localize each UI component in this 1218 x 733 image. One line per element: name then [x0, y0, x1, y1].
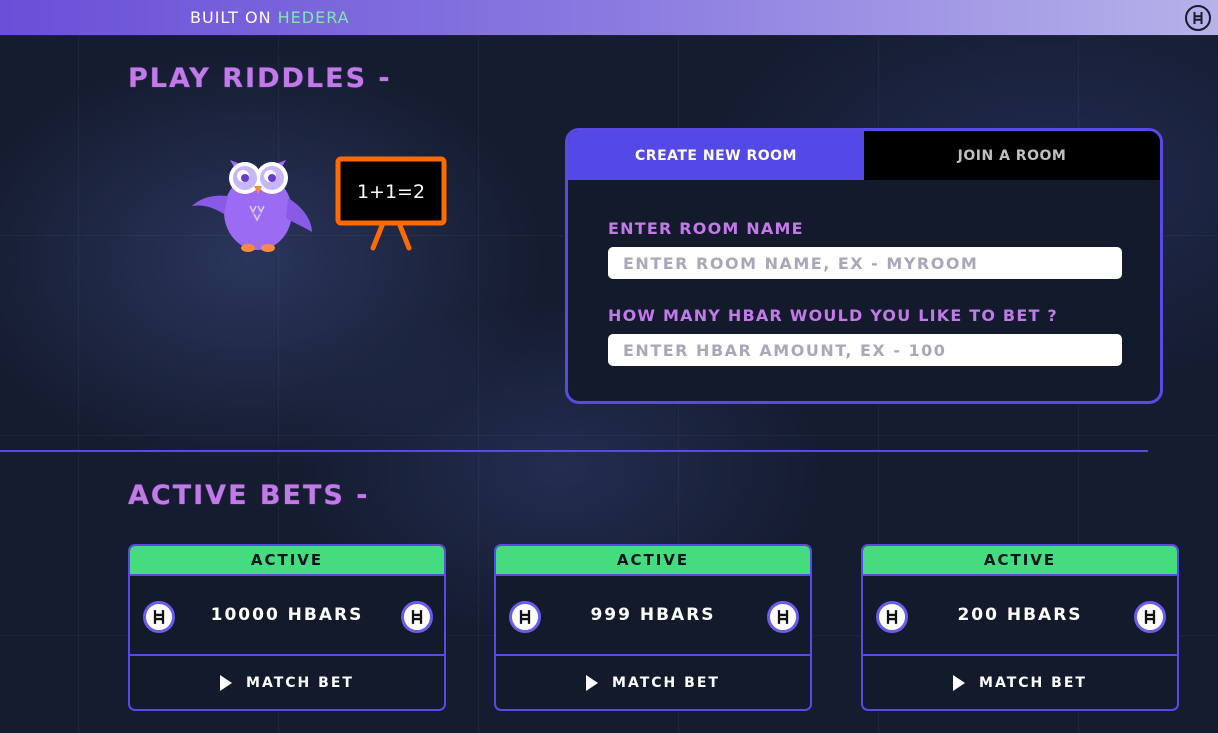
hbar-coin-icon — [767, 601, 799, 633]
room-tabs: CREATE NEW ROOM JOIN A ROOM — [568, 131, 1160, 180]
bet-amount-row: 999 HBARS — [496, 576, 810, 656]
hbar-coin-icon — [1134, 601, 1166, 633]
hbar-coin-icon — [143, 601, 175, 633]
built-on-prefix: BUILT ON — [190, 8, 278, 27]
match-bet-button[interactable]: MATCH BET — [863, 656, 1177, 709]
status-badge: ACTIVE — [863, 546, 1177, 576]
status-badge: ACTIVE — [496, 546, 810, 576]
hedera-brand: HEDERA — [277, 8, 350, 27]
hbar-glyph-icon — [1193, 12, 1203, 24]
bet-card: ACTIVE 200 HBARS MATCH BET — [861, 544, 1179, 711]
room-panel: CREATE NEW ROOM JOIN A ROOM ENTER ROOM N… — [565, 128, 1163, 404]
room-name-input[interactable] — [608, 247, 1122, 279]
room-name-label: ENTER ROOM NAME — [608, 219, 804, 238]
status-badge: ACTIVE — [130, 546, 444, 576]
hbar-coin-icon — [876, 601, 908, 633]
bet-amount: 999 HBARS — [590, 605, 716, 625]
section-divider — [0, 450, 1148, 452]
bet-amount-row: 10000 HBARS — [130, 576, 444, 656]
built-on-hedera-text[interactable]: BUILT ON HEDERA — [190, 8, 350, 27]
bet-card: ACTIVE 999 HBARS MATCH BET — [494, 544, 812, 711]
play-icon — [586, 674, 599, 691]
play-icon — [220, 674, 233, 691]
chalkboard-text: 1+1=2 — [357, 181, 425, 203]
match-bet-label: MATCH BET — [246, 674, 354, 691]
match-bet-button[interactable]: MATCH BET — [496, 656, 810, 709]
play-icon — [953, 674, 966, 691]
bet-amount-label: HOW MANY HBAR WOULD YOU LIKE TO BET ? — [608, 306, 1058, 325]
tab-join-a-room[interactable]: JOIN A ROOM — [864, 131, 1160, 180]
tab-create-new-room[interactable]: CREATE NEW ROOM — [568, 131, 864, 180]
top-banner: BUILT ON HEDERA — [0, 0, 1218, 35]
bet-amount-input[interactable] — [608, 334, 1122, 366]
match-bet-label: MATCH BET — [979, 674, 1087, 691]
match-bet-button[interactable]: MATCH BET — [130, 656, 444, 709]
bet-amount-row: 200 HBARS — [863, 576, 1177, 656]
bet-card: ACTIVE 10000 HBARS MATCH BET — [128, 544, 446, 711]
match-bet-label: MATCH BET — [612, 674, 720, 691]
hbar-coin-icon — [401, 601, 433, 633]
hbar-coin-icon — [509, 601, 541, 633]
bet-amount: 200 HBARS — [957, 605, 1083, 625]
bet-amount: 10000 HBARS — [210, 605, 364, 625]
chalkboard-icon: 1+1=2 — [335, 156, 447, 251]
hbar-icon[interactable] — [1185, 5, 1211, 31]
active-bets-title: ACTIVE BETS - — [128, 480, 370, 511]
play-riddles-title: PLAY RIDDLES - — [128, 63, 392, 94]
owl-mascot-icon — [192, 160, 312, 252]
